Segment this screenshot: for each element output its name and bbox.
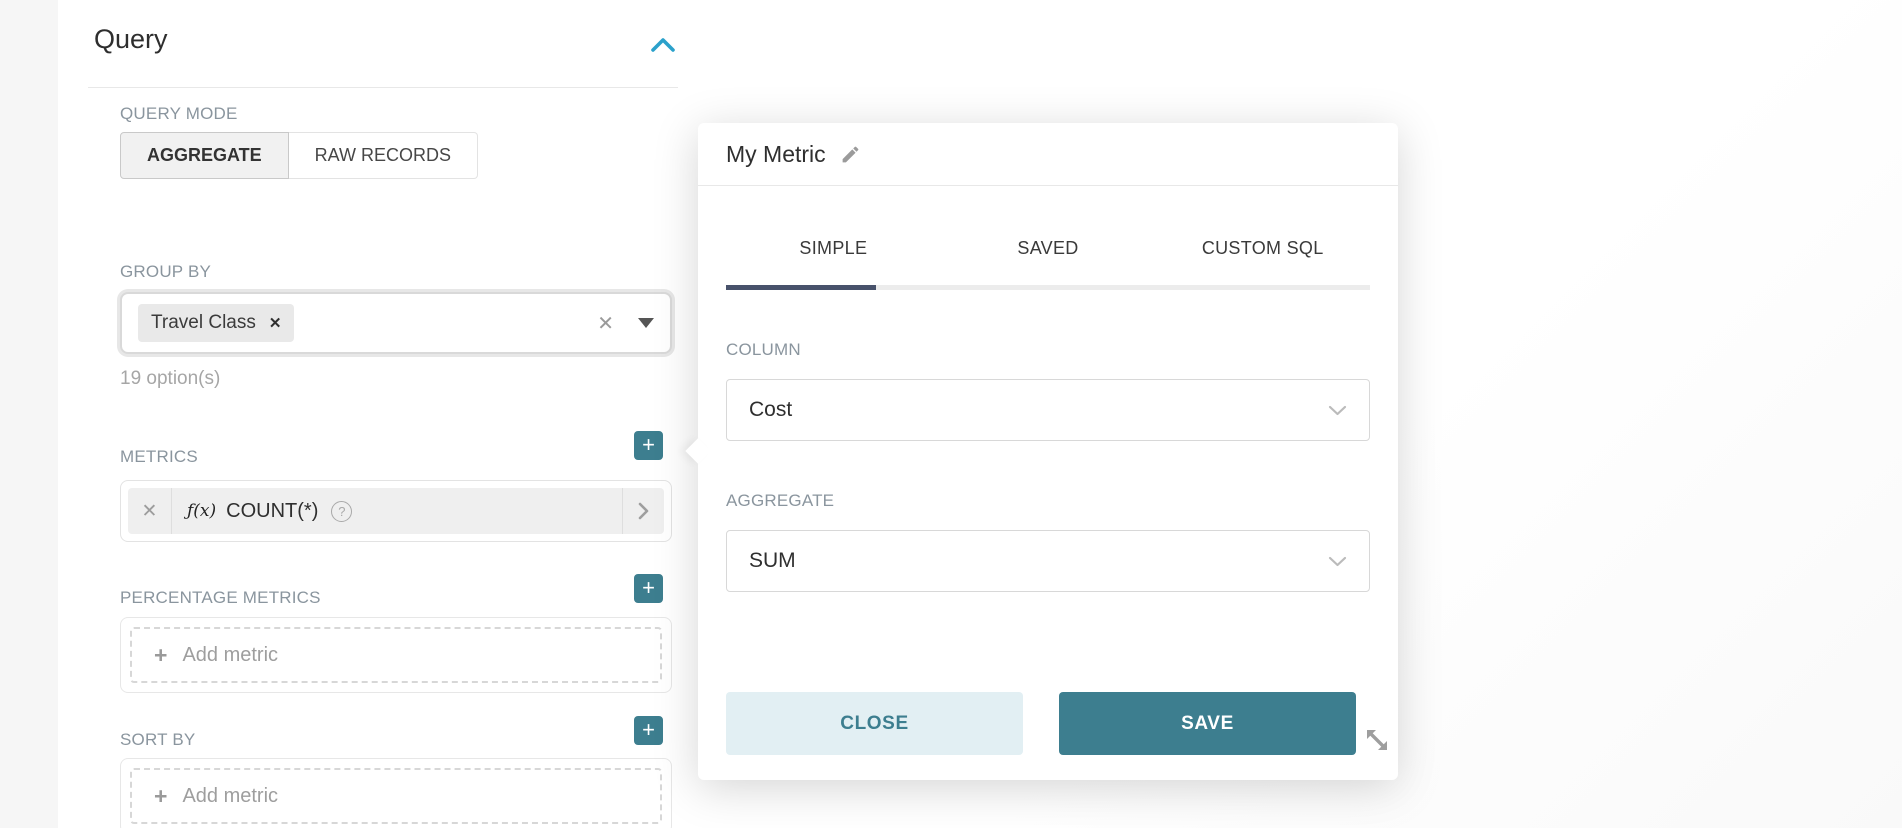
tab-saved[interactable]: SAVED [941,238,1156,259]
aggregate-select-value: SUM [749,549,796,573]
group-by-tag-label: Travel Class [151,312,256,334]
chevron-up-icon [650,36,676,56]
aggregate-mode-button[interactable]: AGGREGATE [120,132,289,179]
question-circle-icon: ? [331,501,352,522]
plus-icon: + [642,717,655,742]
query-mode-toggle: AGGREGATE RAW RECORDS [120,132,478,179]
percentage-metrics-label: PERCENTAGE METRICS [120,588,321,608]
aggregate-select[interactable]: SUM [726,530,1370,592]
remove-metric-icon[interactable]: ✕ [128,488,172,534]
add-metric-placeholder: Add metric [182,644,278,667]
metric-editor-popover: My Metric SIMPLE SAVED CUSTOM SQL COLUMN… [698,123,1398,780]
aggregate-label: AGGREGATE [726,491,1370,511]
group-by-label: GROUP BY [120,262,211,282]
sort-by-label: SORT BY [120,730,195,750]
plus-icon: + [154,783,167,810]
metric-name: COUNT(*) [226,500,318,523]
raw-records-mode-button[interactable]: RAW RECORDS [289,132,478,179]
column-select-value: Cost [749,398,792,422]
add-sort-by-button[interactable]: + [634,716,663,745]
sort-by-container: + Add metric [120,758,672,828]
pencil-icon [840,144,861,165]
add-metric-placeholder: Add metric [182,785,278,808]
metric-type-tabs: SIMPLE SAVED CUSTOM SQL [726,238,1370,259]
query-control-panel: Query QUERY MODE AGGREGATE RAW RECORDS G… [58,0,702,828]
chart-builder-screen: Query QUERY MODE AGGREGATE RAW RECORDS G… [0,0,1902,828]
chevron-right-icon [638,502,649,520]
query-mode-label: QUERY MODE [120,104,238,124]
popover-header: My Metric [698,123,1398,186]
close-button[interactable]: CLOSE [726,692,1023,755]
group-by-options-hint: 19 option(s) [120,368,220,390]
left-gutter [0,0,58,828]
column-select[interactable]: Cost [726,379,1370,441]
plus-icon: + [642,575,655,600]
popover-body: SIMPLE SAVED CUSTOM SQL COLUMN Cost AGGR… [698,238,1398,592]
percentage-metrics-container: + Add metric [120,617,672,693]
save-button[interactable]: SAVE [1059,692,1356,755]
group-by-select[interactable]: Travel Class ✕ ✕ [120,292,672,354]
title-divider [88,87,678,88]
tab-simple[interactable]: SIMPLE [726,238,941,259]
add-percentage-metric-dropzone[interactable]: + Add metric [130,627,662,683]
edit-title-button[interactable] [840,144,861,165]
add-sort-metric-dropzone[interactable]: + Add metric [130,768,662,824]
chevron-down-icon [1328,405,1347,416]
plus-icon: + [642,432,655,457]
add-percentage-metric-button[interactable]: + [634,574,663,603]
tab-custom-sql[interactable]: CUSTOM SQL [1155,238,1370,259]
tab-track [726,285,1370,290]
clear-select-icon[interactable]: ✕ [597,311,614,336]
popover-footer: CLOSE SAVE [726,692,1356,755]
add-metric-popover-button[interactable]: + [634,431,663,460]
caret-down-icon[interactable] [638,318,654,328]
query-section-title: Query [94,24,168,55]
column-label: COLUMN [726,340,1370,360]
expand-metric-button[interactable] [622,488,664,534]
metrics-label: METRICS [120,447,198,467]
active-tab-indicator [726,285,876,290]
metric-title: My Metric [726,141,826,168]
remove-tag-icon[interactable]: ✕ [269,314,282,332]
function-icon: ƒ(x) [187,501,216,521]
resize-diagonal-icon [1362,725,1392,755]
metric-pill[interactable]: ✕ ƒ(x) COUNT(*) ? [128,488,664,534]
metrics-container: ✕ ƒ(x) COUNT(*) ? [120,480,672,542]
popover-resize-corner[interactable] [1362,725,1392,755]
chevron-down-icon [1328,556,1347,567]
collapse-section-button[interactable] [650,36,676,56]
group-by-tag: Travel Class ✕ [138,304,294,342]
plus-icon: + [154,642,167,669]
